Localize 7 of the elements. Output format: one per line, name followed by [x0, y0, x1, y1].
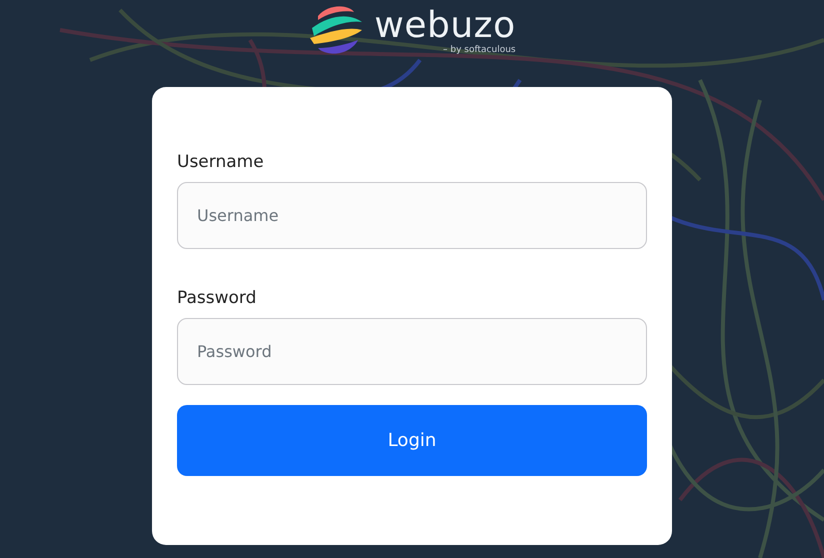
field-label: Password: [177, 287, 258, 310]
input-field[interactable]: Username: [177, 182, 647, 249]
field-label: Username: [177, 151, 265, 174]
login-button[interactable]: Login: [177, 405, 647, 476]
input-field[interactable]: Password: [177, 318, 647, 385]
brand-tagline: – by softaculous: [443, 45, 516, 55]
brand-name: webuzo: [374, 4, 516, 46]
